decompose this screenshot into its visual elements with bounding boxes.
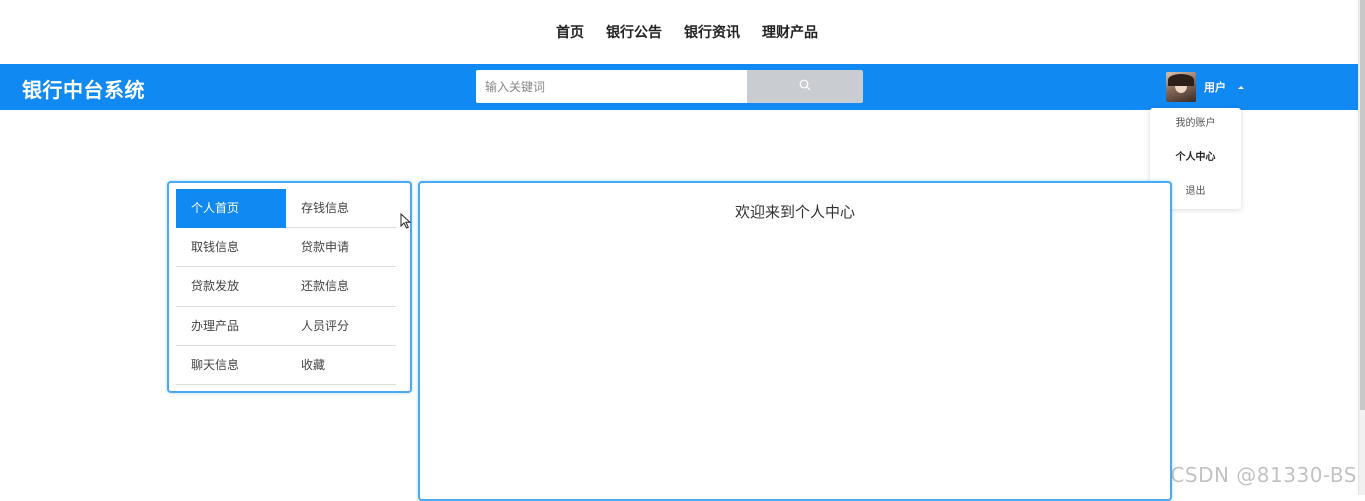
welcome-message: 欢迎来到个人中心 (420, 201, 1170, 222)
menu-item-loan-application[interactable]: 贷款申请 (286, 228, 396, 267)
dropdown-item-my-account[interactable]: 我的账户 (1150, 112, 1241, 146)
menu-item-personal-home[interactable]: 个人首页 (176, 189, 286, 228)
side-menu: 个人首页 存钱信息 取钱信息 贷款申请 贷款发放 还款信息 办理产品 人员评分 … (176, 189, 396, 385)
content-panel: 欢迎来到个人中心 (418, 181, 1172, 501)
nav-link-home[interactable]: 首页 (556, 22, 584, 42)
menu-item-repayment-info[interactable]: 还款信息 (286, 267, 396, 306)
menu-item-favorites[interactable]: 收藏 (286, 346, 396, 385)
user-menu-toggle[interactable]: 用户 (1166, 68, 1244, 106)
watermark: CSDN @81330-BS (1170, 463, 1357, 487)
dropdown-item-personal-center[interactable]: 个人中心 (1150, 146, 1241, 180)
menu-item-handle-products[interactable]: 办理产品 (176, 307, 286, 346)
top-nav: 首页 银行公告 银行资讯 理财产品 (0, 0, 1365, 64)
nav-link-announcements[interactable]: 银行公告 (606, 22, 662, 42)
menu-item-loan-disbursement[interactable]: 贷款发放 (176, 267, 286, 306)
user-label[interactable]: 用户 (1204, 79, 1226, 95)
nav-link-news[interactable]: 银行资讯 (684, 22, 740, 42)
header-bar: 银行中台系统 用户 (0, 64, 1358, 110)
search-icon (799, 79, 811, 94)
menu-item-withdraw-info[interactable]: 取钱信息 (176, 228, 286, 267)
avatar[interactable] (1166, 72, 1196, 102)
mouse-pointer-icon (400, 213, 412, 233)
brand-title: 银行中台系统 (22, 74, 145, 103)
menu-item-chat-info[interactable]: 聊天信息 (176, 346, 286, 385)
side-menu-panel: 个人首页 存钱信息 取钱信息 贷款申请 贷款发放 还款信息 办理产品 人员评分 … (167, 181, 412, 393)
menu-item-deposit-info[interactable]: 存钱信息 (286, 189, 396, 228)
caret-up-icon[interactable] (1238, 86, 1244, 89)
menu-item-staff-rating[interactable]: 人员评分 (286, 307, 396, 346)
nav-link-products[interactable]: 理财产品 (762, 22, 818, 42)
search-input[interactable] (476, 70, 748, 103)
page-scrollbar[interactable] (1358, 0, 1365, 495)
search-button[interactable] (747, 70, 863, 103)
scrollbar-thumb[interactable] (1360, 0, 1365, 410)
